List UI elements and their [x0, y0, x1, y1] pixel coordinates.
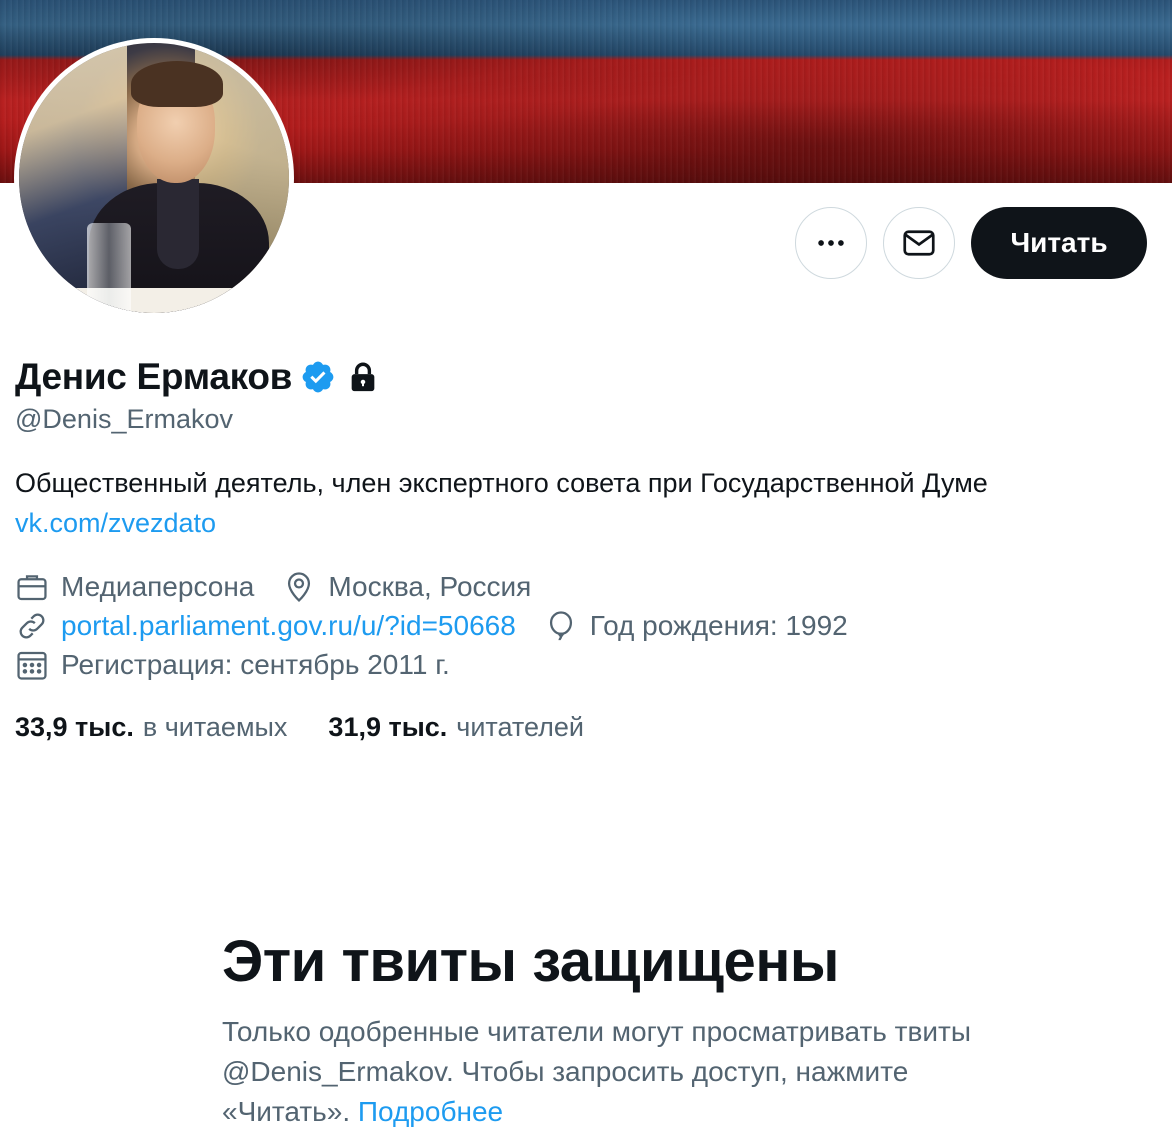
briefcase-icon — [17, 575, 47, 601]
following-link[interactable]: 33,9 тыс. в читаемых — [15, 712, 287, 743]
birthday-label: Год рождения: 1992 — [589, 610, 848, 641]
profile-meta-row-3: Регистрация: сентябрь 2011 г. — [15, 648, 478, 682]
message-button[interactable] — [883, 207, 955, 279]
profile-avatar[interactable] — [14, 38, 294, 318]
profile-name: Денис Ермаков — [15, 356, 293, 397]
protected-notice-title: Эти твиты защищены — [222, 929, 839, 994]
link-icon — [19, 613, 45, 639]
follow-button[interactable]: Читать — [971, 207, 1147, 279]
category-label: Медиаперсона — [61, 571, 255, 602]
more-options-button[interactable] — [795, 207, 867, 279]
lock-icon — [351, 362, 375, 392]
profile-bio: Общественный деятель, член экспертного с… — [15, 468, 988, 498]
followers-link[interactable]: 31,9 тыс. читателей — [328, 712, 584, 743]
joined-label: Регистрация: сентябрь 2011 г. — [61, 649, 450, 680]
profile-meta-row-1: Медиаперсона Москва, Россия — [15, 570, 559, 604]
birthday-item: Год рождения: 1992 — [544, 609, 848, 643]
followers-count: 31,9 тыс. — [328, 712, 448, 742]
protected-notice-body: Только одобренные читатели могут просмат… — [222, 1016, 971, 1127]
verified-badge-icon[interactable] — [300, 359, 336, 395]
location-item: Москва, Россия — [282, 570, 531, 604]
followers-label: читателей — [456, 712, 584, 742]
bio-link[interactable]: vk.com/zvezdato — [15, 508, 216, 539]
website-item[interactable]: portal.parliament.gov.ru/u/?id=50668 — [15, 609, 516, 643]
protected-notice-text: Только одобренные читатели могут просмат… — [222, 1012, 982, 1132]
profile-meta-row-2: portal.parliament.gov.ru/u/?id=50668 Год… — [15, 609, 876, 643]
balloon-icon — [549, 611, 572, 641]
category-item: Медиаперсона — [15, 570, 254, 604]
calendar-icon — [17, 651, 47, 680]
avatar-photo — [19, 43, 289, 313]
more-icon — [818, 240, 844, 246]
following-count: 33,9 тыс. — [15, 712, 134, 742]
learn-more-link[interactable]: Подробнее — [358, 1096, 503, 1127]
profile-handle: @Denis_Ermakov — [15, 404, 233, 434]
profile-name-row: Денис Ермаков — [15, 352, 380, 402]
following-label: в читаемых — [142, 712, 288, 742]
location-pin-icon — [288, 572, 311, 603]
profile-stats: 33,9 тыс. в читаемых 31,9 тыс. читателей — [15, 712, 625, 743]
mail-icon — [903, 230, 935, 256]
joined-item: Регистрация: сентябрь 2011 г. — [15, 648, 450, 682]
location-label: Москва, Россия — [328, 571, 532, 602]
website-link[interactable]: portal.parliament.gov.ru/u/?id=50668 — [61, 610, 516, 642]
